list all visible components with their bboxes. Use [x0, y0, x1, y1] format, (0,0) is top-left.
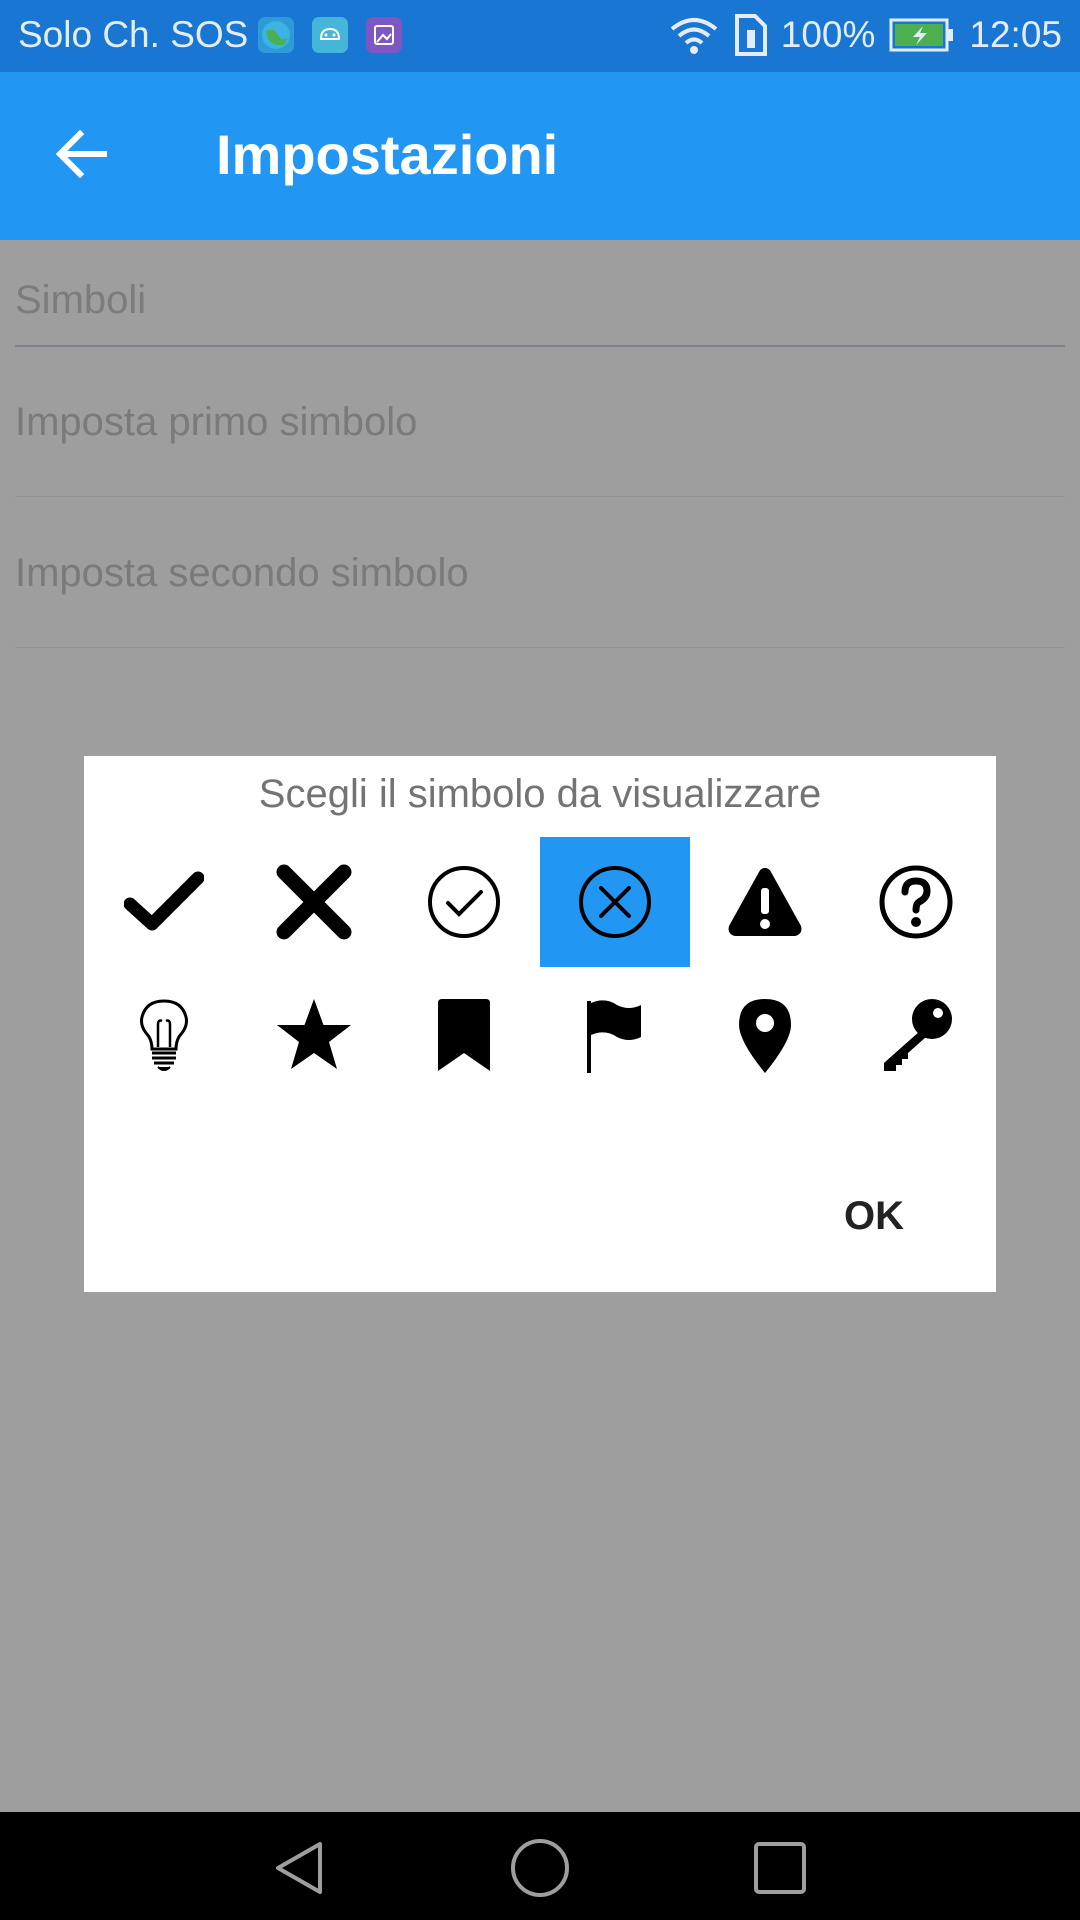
symbol-option-help[interactable] [841, 837, 991, 967]
cross-icon [276, 864, 352, 940]
check-circle-icon [428, 866, 500, 938]
clock: 12:05 [969, 14, 1062, 55]
symbol-option-location[interactable] [690, 970, 840, 1100]
app-bar: Impostazioni [0, 72, 1080, 240]
symbol-option-warning[interactable] [690, 837, 840, 967]
android-icon [312, 17, 348, 53]
symbol-picker-dialog: Scegli il simbolo da visualizzare OK [84, 756, 996, 1292]
ok-button[interactable]: OK [804, 1176, 944, 1256]
gallery-icon [366, 17, 402, 53]
bookmark-icon [438, 999, 490, 1071]
category-divider [15, 345, 1065, 347]
symbol-option-bookmark[interactable] [389, 970, 539, 1100]
warning-icon [728, 868, 802, 936]
nav-recents-icon[interactable] [748, 1836, 812, 1900]
page-title: Impostazioni [216, 123, 559, 186]
lightbulb-icon [140, 999, 188, 1071]
symbol-option-check-circle[interactable] [389, 837, 539, 967]
symbol-option-check[interactable] [89, 837, 239, 967]
setting-second-symbol[interactable]: Imposta secondo simbolo [15, 551, 1065, 596]
sim-card-icon [734, 14, 767, 56]
star-icon [277, 999, 351, 1069]
arrow-back-icon[interactable] [52, 124, 112, 184]
symbol-option-cancel-circle[interactable] [540, 837, 690, 967]
checkmark-icon [124, 871, 204, 931]
carrier-label: Solo Ch. SOS [18, 14, 249, 55]
symbol-option-key[interactable] [841, 970, 991, 1100]
battery-charging-icon [889, 18, 954, 52]
nav-home-icon[interactable] [508, 1836, 572, 1900]
key-icon [884, 999, 952, 1071]
symbol-option-cross[interactable] [239, 837, 389, 967]
cancel-circle-icon [579, 866, 651, 938]
navigation-bar [0, 1812, 1080, 1920]
help-circle-icon [879, 865, 953, 939]
nav-back-icon[interactable] [268, 1836, 332, 1900]
symbol-option-flag[interactable] [540, 970, 690, 1100]
status-bar: Solo Ch. SOS 100% 12:05 [0, 0, 1080, 72]
flag-icon [587, 1000, 641, 1073]
divider [15, 496, 1065, 497]
dialog-title: Scegli il simbolo da visualizzare [258, 772, 822, 816]
setting-first-symbol[interactable]: Imposta primo simbolo [15, 400, 1065, 445]
symbol-option-lightbulb[interactable] [89, 970, 239, 1100]
divider [15, 647, 1065, 648]
globe-app-icon [258, 17, 294, 53]
wifi-icon [670, 18, 718, 54]
location-pin-icon [739, 999, 791, 1073]
category-header-simboli: Simboli [15, 278, 147, 322]
battery-percent: 100% [780, 14, 876, 55]
symbol-option-star[interactable] [239, 970, 389, 1100]
